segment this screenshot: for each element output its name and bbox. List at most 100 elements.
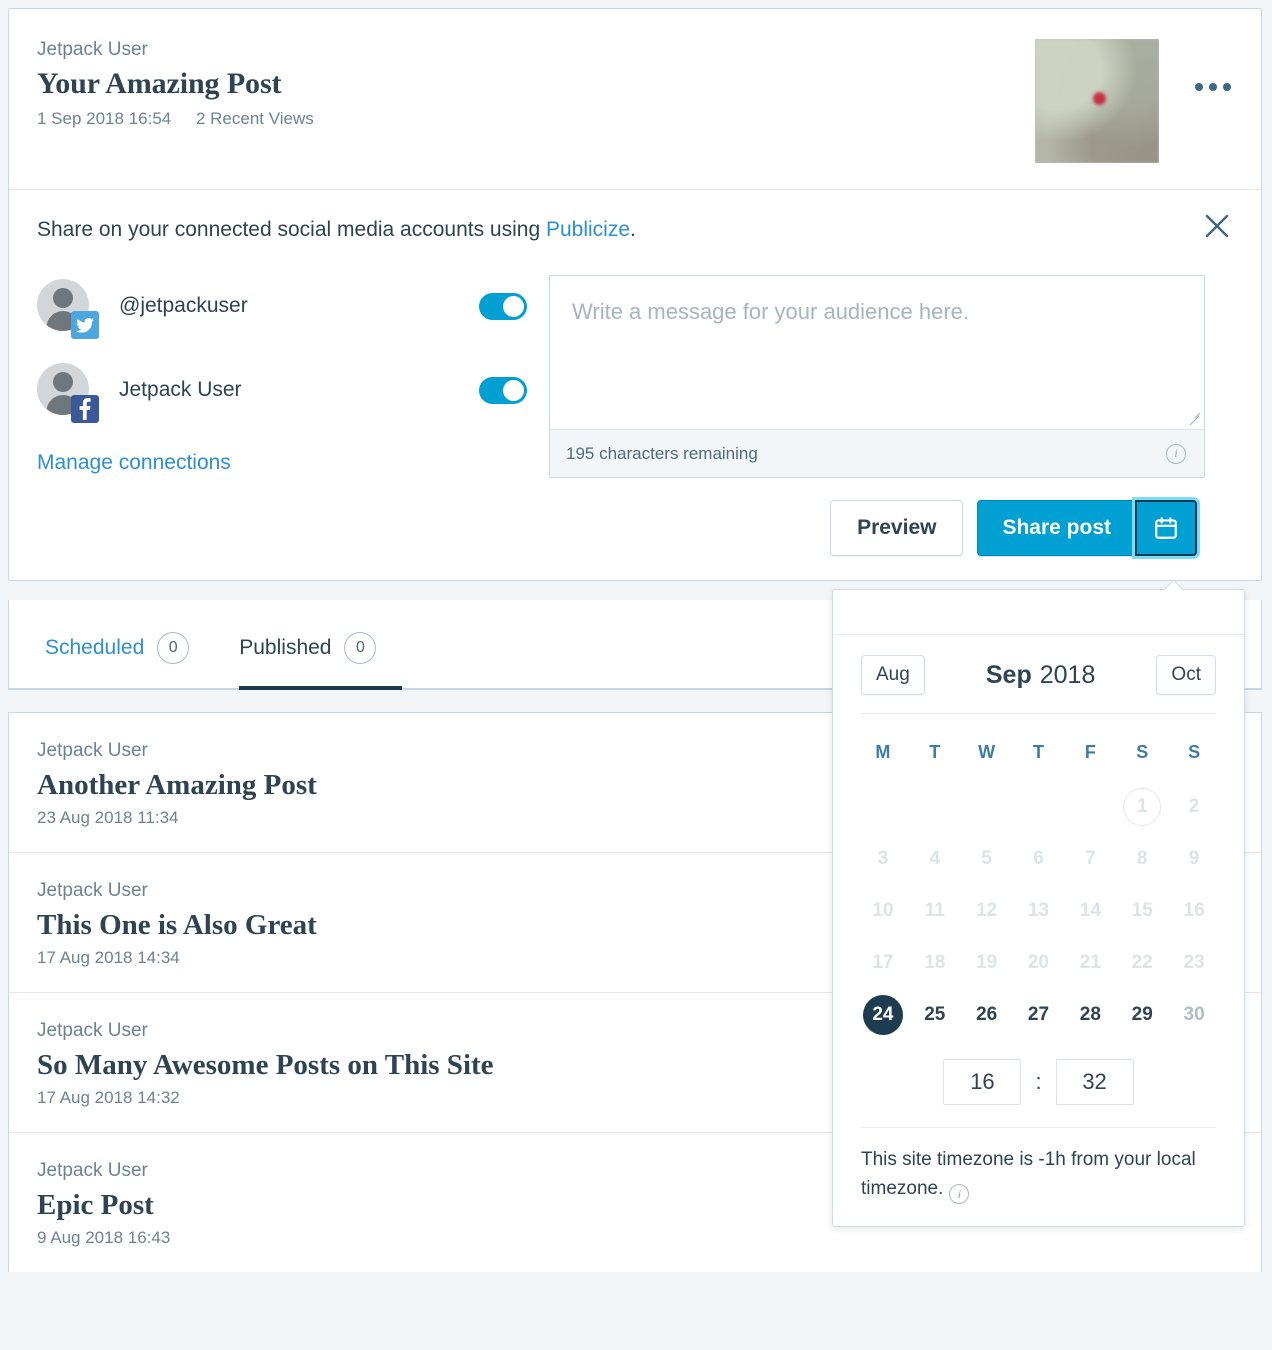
action-buttons: Preview Share post — [37, 478, 1233, 580]
tab-published[interactable]: Published 0 — [239, 600, 403, 690]
calendar-day-11: 11 — [924, 900, 945, 921]
calendar-week-row: 12 — [857, 781, 1220, 833]
calendar-day-14: 14 — [1079, 900, 1101, 921]
calendar-day-24[interactable]: 24 — [857, 989, 909, 1041]
post-views: 2 Recent Views — [195, 108, 314, 128]
weekday-label: F — [1084, 742, 1096, 762]
page-title: Your Amazing Post — [37, 66, 282, 100]
publicize-screen: Jetpack User Your Amazing Post 1 Sep 201… — [0, 0, 1272, 1350]
calendar-day-26[interactable]: 26 — [961, 989, 1013, 1041]
calendar-day-10: 10 — [872, 900, 894, 921]
selected-day-marker: 24 — [862, 995, 903, 1035]
manage-connections-link[interactable]: Manage connections — [37, 451, 231, 475]
calendar-day-7: 7 — [1085, 848, 1096, 869]
calendar-year: 2018 — [1039, 660, 1096, 689]
post-header-text: Jetpack User Your Amazing Post 1 Sep 201… — [37, 37, 1035, 130]
timezone-note: This site timezone is -1h from your loca… — [833, 1128, 1244, 1226]
calendar-day-empty — [1064, 781, 1116, 833]
calendar-day-2: 2 — [1188, 796, 1200, 817]
info-icon[interactable]: i — [1166, 443, 1186, 464]
twitter-icon — [71, 311, 99, 340]
resize-handle[interactable] — [1186, 411, 1200, 425]
share-post-button[interactable]: Share post — [977, 500, 1135, 557]
calendar-day-20: 20 — [1027, 952, 1050, 973]
calendar-week-row: 24 25 26 27 28 29 30 — [857, 989, 1220, 1041]
connection-row-facebook: Jetpack User — [37, 359, 549, 424]
calendar-header: Aug Sep 2018 Oct — [833, 635, 1244, 713]
publicize-body: @jetpackuser Jetpack User Manage connect… — [37, 273, 1233, 479]
weekday-label: S — [1188, 742, 1201, 762]
post-author: Jetpack User — [37, 39, 148, 60]
calendar-weeks: 1 2 3 4 5 6 7 8 9 10 11 12 13 14 15 16 17 18 19 20 21 22 23 24 2… — [857, 781, 1220, 1041]
weekday-row: M T W T F S S — [857, 728, 1220, 781]
popup-header-space — [833, 590, 1244, 635]
calendar-day-3: 3 — [877, 848, 889, 869]
post-meta: 1 Sep 2018 16:54 2 Recent Views — [37, 108, 1035, 130]
publicize-section: Share on your connected social media acc… — [9, 190, 1261, 580]
calendar-day-6: 6 — [1033, 848, 1044, 869]
calendar-day-22: 22 — [1131, 952, 1153, 973]
preview-button[interactable]: Preview — [830, 500, 964, 557]
connection-toggle-facebook[interactable] — [479, 376, 527, 404]
share-message-placeholder: Write a message for your audience here. — [572, 299, 970, 325]
connection-row-twitter: @jetpackuser — [37, 275, 549, 340]
weekday-label: M — [875, 742, 891, 762]
tab-published-count: 0 — [344, 632, 377, 664]
calendar-day-8: 8 — [1136, 848, 1148, 869]
info-icon[interactable]: i — [949, 1183, 970, 1204]
time-picker: : — [833, 1045, 1244, 1127]
calendar-day-12: 12 — [976, 900, 998, 921]
calendar-day-18: 18 — [924, 952, 946, 973]
weekday-label: T — [929, 742, 941, 762]
more-options-icon[interactable] — [1193, 77, 1233, 97]
calendar-week-row: 10 11 12 13 14 15 16 — [857, 885, 1220, 937]
close-icon[interactable] — [1197, 206, 1237, 246]
prev-month-button[interactable]: Aug — [861, 655, 925, 695]
publicize-intro-suffix: . — [630, 218, 636, 241]
calendar-day-19: 19 — [976, 952, 998, 973]
next-month-button[interactable]: Oct — [1156, 655, 1216, 695]
calendar-day-28[interactable]: 28 — [1064, 989, 1116, 1041]
calendar-day-17: 17 — [872, 952, 894, 973]
calendar-day-30[interactable]: 30 — [1168, 989, 1220, 1041]
calendar-month-year: Sep 2018 — [986, 661, 1095, 690]
post-header-right — [1035, 37, 1233, 163]
calendar-week-row: 3 4 5 6 7 8 9 — [857, 833, 1220, 885]
timezone-note-text: This site timezone is -1h from your loca… — [861, 1149, 1196, 1199]
share-button-group: Share post — [977, 500, 1197, 557]
share-message-input[interactable]: Write a message for your audience here. — [550, 276, 1204, 429]
post-featured-image — [1035, 39, 1159, 163]
calendar-day-9: 9 — [1188, 848, 1200, 869]
publicize-link[interactable]: Publicize — [546, 218, 630, 241]
calendar-day-23: 23 — [1183, 952, 1205, 973]
calendar-day-empty — [857, 781, 909, 833]
calendar-day-25[interactable]: 25 — [909, 989, 961, 1041]
time-separator: : — [1035, 1069, 1042, 1094]
connection-name: Jetpack User — [119, 378, 242, 402]
calendar-day-27[interactable]: 27 — [1013, 989, 1065, 1041]
calendar-day-21: 21 — [1079, 952, 1101, 973]
calendar-week-row: 17 18 19 20 21 22 23 — [857, 937, 1220, 989]
popup-arrow — [1165, 579, 1185, 590]
calendar-icon[interactable] — [1135, 500, 1197, 557]
list-item-date: 9 Aug 2018 16:43 — [37, 1227, 171, 1247]
weekday-label: S — [1136, 742, 1149, 762]
calendar-grid: M T W T F S S 1 2 3 4 5 6 7 8 9 10 11 12 13 14 15 16 17 1… — [833, 714, 1244, 1045]
calendar-month: Sep — [985, 660, 1032, 689]
calendar-day-13: 13 — [1027, 900, 1050, 921]
characters-remaining: 195 characters remaining — [566, 443, 758, 463]
calendar-day-4: 4 — [929, 848, 941, 869]
hour-input[interactable] — [943, 1059, 1022, 1105]
facebook-icon — [71, 395, 99, 424]
tab-scheduled[interactable]: Scheduled 0 — [45, 600, 211, 688]
character-counter-bar: 195 characters remaining i — [550, 429, 1204, 478]
calendar-day-29[interactable]: 29 — [1116, 989, 1168, 1041]
calendar-day-1: 1 — [1116, 781, 1168, 833]
calendar-day-15: 15 — [1131, 900, 1153, 921]
avatar — [37, 279, 99, 340]
calendar-day-empty — [909, 781, 961, 833]
minute-input[interactable] — [1055, 1059, 1134, 1105]
connection-toggle-twitter[interactable] — [479, 292, 527, 320]
tab-scheduled-label: Scheduled — [45, 636, 145, 659]
weekday-label: T — [1032, 742, 1044, 762]
